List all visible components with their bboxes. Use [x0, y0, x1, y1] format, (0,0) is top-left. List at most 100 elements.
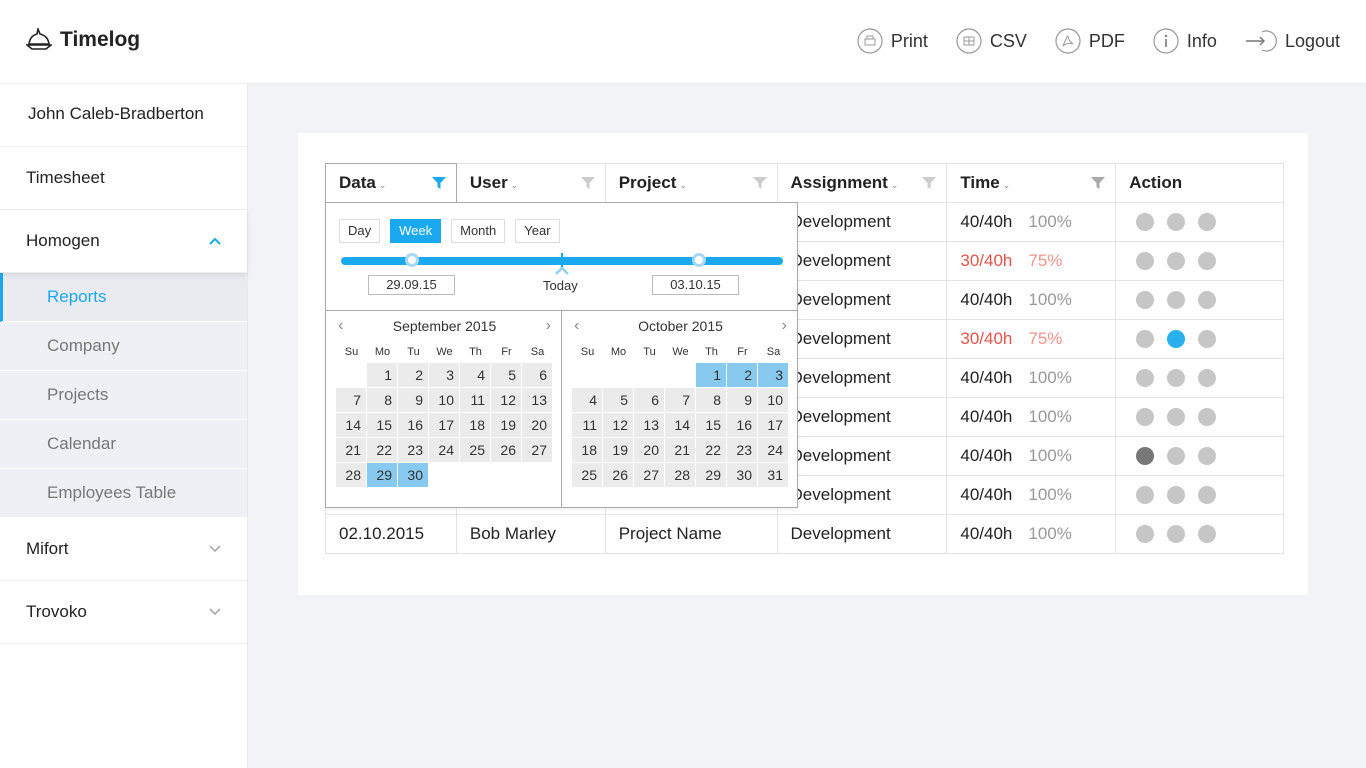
skype-icon[interactable] [1167, 252, 1186, 270]
calendar-day[interactable]: 18 [460, 413, 490, 437]
calendar-day[interactable]: 11 [460, 388, 490, 412]
calendar-day[interactable]: 1 [367, 363, 397, 387]
chat-icon[interactable] [1136, 447, 1155, 465]
sidebar-item-calendar[interactable]: Calendar [0, 420, 247, 469]
hangouts-icon[interactable] [1198, 291, 1217, 309]
chat-icon[interactable] [1136, 330, 1155, 348]
print-button[interactable]: Print [857, 28, 928, 54]
sidebar-item-company[interactable]: Company [0, 322, 247, 371]
sidebar-item-mifort[interactable]: Mifort [0, 518, 247, 581]
start-date-box[interactable]: 29.09.15 [368, 275, 455, 295]
hangouts-icon[interactable] [1198, 447, 1217, 465]
hangouts-icon[interactable] [1198, 252, 1217, 270]
filter-icon[interactable] [752, 177, 767, 189]
sort-icon[interactable]: ⌄ [511, 180, 519, 190]
logout-button[interactable]: Logout [1245, 28, 1340, 54]
info-button[interactable]: Info [1153, 28, 1217, 54]
chevron-right-icon[interactable]: › [782, 317, 787, 335]
chat-icon[interactable] [1136, 291, 1155, 309]
calendar-day[interactable]: 17 [429, 413, 459, 437]
pdf-button[interactable]: PDF [1055, 28, 1125, 54]
calendar-day[interactable]: 28 [336, 463, 366, 487]
calendar-day[interactable]: 25 [460, 438, 490, 462]
calendar-day[interactable]: 30 [398, 463, 428, 487]
skype-icon[interactable] [1167, 486, 1186, 504]
calendar-day[interactable]: 9 [727, 388, 757, 412]
calendar-day[interactable]: 3 [429, 363, 459, 387]
chevron-left-icon[interactable]: ‹ [574, 317, 579, 335]
calendar-day[interactable]: 26 [603, 463, 633, 487]
calendar-day[interactable]: 29 [367, 463, 397, 487]
column-header-time[interactable]: Time ⌄ [946, 163, 1117, 203]
column-header-project[interactable]: Project ⌄ [604, 163, 778, 203]
sort-icon[interactable]: ⌄ [679, 180, 687, 190]
chat-icon[interactable] [1136, 408, 1155, 426]
skype-icon[interactable] [1167, 447, 1186, 465]
filter-icon[interactable] [431, 177, 446, 189]
skype-icon[interactable] [1167, 291, 1186, 309]
sidebar-item-employees-table[interactable]: Employees Table [0, 469, 247, 518]
calendar-day[interactable]: 23 [398, 438, 428, 462]
calendar-day[interactable]: 30 [727, 463, 757, 487]
app-logo[interactable]: Timelog [26, 28, 140, 52]
calendar-day[interactable]: 24 [429, 438, 459, 462]
sort-icon[interactable]: ⌄ [379, 180, 387, 190]
calendar-day[interactable]: 7 [665, 388, 695, 412]
column-header-user[interactable]: User ⌄ [455, 163, 606, 203]
calendar-day[interactable]: 13 [522, 388, 552, 412]
calendar-day[interactable]: 11 [572, 413, 602, 437]
calendar-day[interactable]: 14 [336, 413, 366, 437]
chat-icon[interactable] [1136, 252, 1155, 270]
filter-icon[interactable] [1091, 177, 1106, 189]
sidebar-user-name[interactable]: John Caleb-Bradberton [0, 84, 247, 147]
calendar-day[interactable]: 2 [727, 363, 757, 387]
hangouts-icon[interactable] [1198, 369, 1217, 387]
calendar-day[interactable]: 31 [758, 463, 788, 487]
chevron-right-icon[interactable]: › [546, 317, 551, 335]
calendar-day[interactable]: 29 [696, 463, 726, 487]
calendar-day[interactable]: 5 [491, 363, 521, 387]
calendar-day[interactable]: 25 [572, 463, 602, 487]
skype-icon[interactable] [1167, 408, 1186, 426]
sidebar-item-timesheet[interactable]: Timesheet [0, 147, 247, 210]
calendar-day[interactable]: 16 [727, 413, 757, 437]
calendar-day[interactable]: 27 [634, 463, 664, 487]
calendar-day[interactable]: 10 [758, 388, 788, 412]
range-week-button[interactable]: Week [390, 219, 442, 243]
sidebar-item-reports[interactable]: Reports [0, 273, 247, 322]
calendar-day[interactable]: 3 [758, 363, 788, 387]
csv-button[interactable]: CSV [956, 28, 1027, 54]
calendar-day[interactable]: 15 [367, 413, 397, 437]
calendar-day[interactable]: 26 [491, 438, 521, 462]
sort-icon[interactable]: ⌄ [891, 180, 899, 190]
hangouts-icon[interactable] [1198, 330, 1217, 348]
calendar-day[interactable]: 20 [634, 438, 664, 462]
calendar-day[interactable]: 15 [696, 413, 726, 437]
calendar-day[interactable]: 27 [522, 438, 552, 462]
calendar-day[interactable]: 20 [522, 413, 552, 437]
calendar-day[interactable]: 16 [398, 413, 428, 437]
calendar-day[interactable]: 10 [429, 388, 459, 412]
column-header-assignment[interactable]: Assignment ⌄ [776, 163, 948, 203]
calendar-day[interactable]: 17 [758, 413, 788, 437]
slider-end-handle[interactable] [692, 253, 707, 267]
sidebar-item-projects[interactable]: Projects [0, 371, 247, 420]
filter-icon[interactable] [922, 177, 937, 189]
calendar-day[interactable]: 13 [634, 413, 664, 437]
filter-icon[interactable] [580, 177, 595, 189]
calendar-day[interactable]: 5 [603, 388, 633, 412]
table-row[interactable]: 02.10.2015 Bob Marley Project Name Developm… [325, 514, 1284, 554]
skype-icon[interactable] [1167, 213, 1186, 231]
calendar-day[interactable]: 22 [696, 438, 726, 462]
calendar-day[interactable]: 12 [491, 388, 521, 412]
hangouts-icon[interactable] [1198, 408, 1217, 426]
chat-icon[interactable] [1136, 525, 1155, 543]
calendar-day[interactable]: 4 [572, 388, 602, 412]
slider-start-handle[interactable] [404, 253, 419, 267]
skype-icon[interactable] [1167, 369, 1186, 387]
skype-icon[interactable] [1167, 330, 1186, 348]
skype-icon[interactable] [1167, 525, 1186, 543]
sidebar-item-homogen[interactable]: Homogen [0, 210, 247, 273]
calendar-day[interactable]: 4 [460, 363, 490, 387]
calendar-day[interactable]: 6 [634, 388, 664, 412]
